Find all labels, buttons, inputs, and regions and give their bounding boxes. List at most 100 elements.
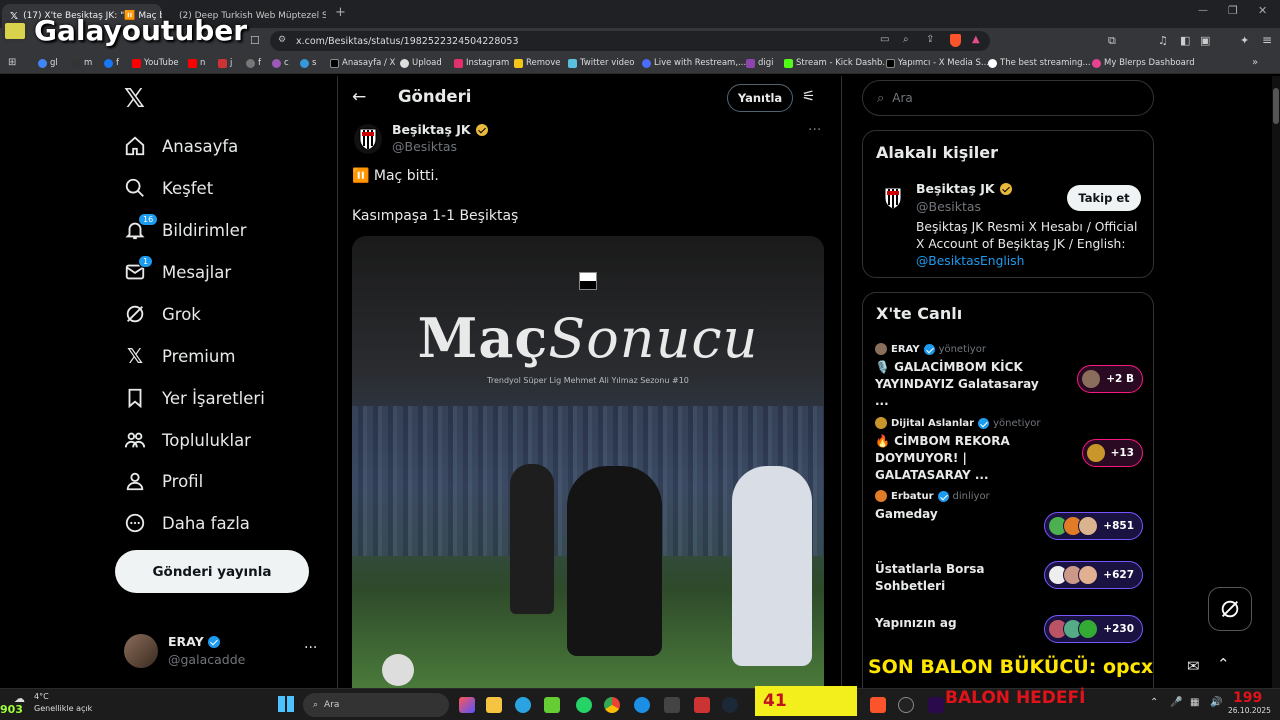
- bookmark-item[interactable]: Yapımcı - X Media S...: [886, 58, 989, 68]
- follow-button[interactable]: Takip et: [1067, 185, 1141, 211]
- apps-grid-icon[interactable]: ⊞: [8, 57, 16, 68]
- bookmark-item[interactable]: c: [272, 58, 289, 68]
- nav-item-more[interactable]: Daha fazla: [124, 508, 250, 538]
- page-scrollbar[interactable]: [1272, 76, 1280, 688]
- app-icon[interactable]: [898, 697, 914, 713]
- live-space-row[interactable]: Üstatlarla Borsa Sohbetleri +627: [875, 561, 1145, 605]
- reply-button[interactable]: Yanıtla: [727, 84, 793, 112]
- cast-icon[interactable]: ▭: [880, 34, 889, 45]
- new-tab-button[interactable]: +: [335, 5, 346, 20]
- post-button[interactable]: Gönderi yayınla: [115, 550, 309, 593]
- bookmark-item[interactable]: Remove: [514, 58, 561, 68]
- chrome-icon[interactable]: [604, 697, 620, 713]
- listener-count-pill[interactable]: +851: [1044, 512, 1143, 540]
- live-space-row[interactable]: Erbatur dinliyor Gameday +851: [875, 490, 1145, 540]
- grok-floating-button[interactable]: [1208, 587, 1252, 631]
- clock-date[interactable]: 26.10.2025: [1228, 706, 1271, 715]
- nav-item-communities[interactable]: Topluluklar: [124, 425, 251, 455]
- sidebar-icon[interactable]: ◧: [1180, 34, 1190, 47]
- nav-item-premium[interactable]: 𝕏 Premium: [124, 341, 235, 371]
- volume-icon[interactable]: 🔊: [1210, 697, 1222, 708]
- live-space-row[interactable]: Yapınızın ag +230: [875, 615, 1145, 651]
- related-bio-link[interactable]: @BesiktasEnglish: [916, 254, 1024, 268]
- site-info-icon[interactable]: ⚙: [278, 35, 286, 45]
- related-avatar[interactable]: [879, 183, 907, 213]
- bookmark-item[interactable]: m: [72, 58, 92, 68]
- bookmark-item[interactable]: n: [188, 58, 205, 68]
- taskbar-search[interactable]: ⌕ Ara: [303, 693, 449, 717]
- bookmark-item[interactable]: gl: [38, 58, 58, 68]
- app-icon[interactable]: [694, 697, 710, 713]
- post-media-image[interactable]: MaçSonucu Trendyol Süper Lig Mehmet Ali …: [352, 236, 824, 688]
- listener-count-pill[interactable]: +2 B: [1077, 365, 1143, 393]
- nav-item-grok[interactable]: Grok: [124, 299, 201, 329]
- premiere-icon[interactable]: [928, 697, 944, 713]
- nav-item-messages[interactable]: 1 Mesajlar: [124, 255, 231, 287]
- edge-icon[interactable]: [634, 697, 650, 713]
- nav-item-notifications[interactable]: 16 Bildirimler: [124, 213, 247, 245]
- telegram-icon[interactable]: [515, 697, 531, 713]
- post-more-icon[interactable]: ···: [808, 122, 821, 138]
- scrollbar-thumb[interactable]: [1273, 88, 1279, 124]
- app-icon[interactable]: [544, 697, 560, 713]
- related-handle[interactable]: @Besiktas: [916, 199, 981, 214]
- author-name[interactable]: Beşiktaş JK: [392, 122, 471, 137]
- bookmark-item[interactable]: My Blerps Dashboard: [1092, 58, 1195, 68]
- account-switcher[interactable]: ERAY @galacadde ···: [124, 632, 324, 672]
- menu-icon[interactable]: ≡: [1262, 33, 1272, 47]
- compose-message-icon[interactable]: ✉: [1187, 657, 1200, 675]
- bookmark-item[interactable]: Stream - Kick Dashb...: [784, 58, 891, 68]
- bookmark-item[interactable]: j: [218, 58, 232, 68]
- windows-start-icon[interactable]: [278, 696, 294, 712]
- expand-icon[interactable]: ⌃: [1217, 655, 1230, 673]
- zoom-icon[interactable]: ⌕: [903, 34, 909, 45]
- bookmark-item[interactable]: The best streaming...: [988, 58, 1091, 68]
- nav-item-bookmarks[interactable]: Yer İşaretleri: [124, 383, 265, 413]
- brave-icon[interactable]: [870, 697, 886, 713]
- bookmark-item[interactable]: YouTube: [132, 58, 179, 68]
- steam-icon[interactable]: [722, 697, 738, 713]
- minimize-icon[interactable]: —: [1198, 5, 1208, 16]
- x-logo-icon[interactable]: 𝕏: [124, 84, 145, 114]
- listener-count-pill[interactable]: +13: [1081, 439, 1143, 467]
- account-more-icon[interactable]: ···: [304, 640, 317, 656]
- network-icon[interactable]: ▦: [1190, 697, 1199, 708]
- search-box[interactable]: ⌕ Ara: [862, 80, 1154, 116]
- bookmark-item[interactable]: Live with Restream,...: [642, 58, 746, 68]
- bookmark-item[interactable]: Anasayfa / X: [330, 58, 395, 68]
- filter-sliders-icon[interactable]: ⚟: [802, 87, 815, 105]
- bookmark-item[interactable]: Instagram: [454, 58, 509, 68]
- more-bookmarks-icon[interactable]: »: [1252, 57, 1258, 68]
- share-icon[interactable]: ⇪: [926, 34, 934, 45]
- whatsapp-icon[interactable]: [576, 697, 592, 713]
- app-icon[interactable]: [664, 697, 680, 713]
- back-arrow-icon[interactable]: ←: [352, 87, 366, 107]
- media-icon[interactable]: ♫: [1158, 34, 1168, 47]
- nav-item-home[interactable]: Anasayfa: [124, 131, 238, 161]
- maximize-icon[interactable]: ❐: [1228, 4, 1238, 17]
- brave-shield-icon[interactable]: [950, 34, 961, 47]
- live-space-row[interactable]: ERAY yönetiyor 🎙️ GALACİMBOM KİCK YAYINDA…: [875, 343, 1145, 408]
- url-field[interactable]: ⚙ x.com/Besiktas/status/1982522324504228…: [270, 31, 990, 51]
- nav-item-explore[interactable]: Keşfet: [124, 173, 213, 203]
- tray-chevron-icon[interactable]: ⌃: [1150, 697, 1158, 708]
- bookmark-item[interactable]: f: [246, 58, 261, 68]
- bookmark-item[interactable]: Twitter video: [568, 58, 634, 68]
- copilot-icon[interactable]: [459, 697, 475, 713]
- bookmark-item[interactable]: Upload: [400, 58, 442, 68]
- author-handle[interactable]: @Besiktas: [392, 139, 457, 154]
- live-space-row[interactable]: Dijital Aslanlar yönetiyor 🔥 CİMBOM REKOR…: [875, 417, 1145, 482]
- extensions-icon[interactable]: ⧉: [1108, 34, 1116, 48]
- author-avatar[interactable]: [354, 124, 382, 154]
- brave-rewards-icon[interactable]: ▲: [972, 34, 980, 45]
- bookmark-item[interactable]: digi: [746, 58, 774, 68]
- window-close-icon[interactable]: ✕: [1258, 4, 1267, 17]
- listener-count-pill[interactable]: +230: [1044, 615, 1143, 643]
- file-explorer-icon[interactable]: [486, 697, 502, 713]
- nav-item-profile[interactable]: Profil: [124, 466, 203, 496]
- bookmark-item[interactable]: f: [104, 58, 119, 68]
- listener-count-pill[interactable]: +627: [1044, 561, 1143, 589]
- bookmark-star-icon[interactable]: ☐: [250, 34, 260, 47]
- wallet-icon[interactable]: ▣: [1200, 34, 1210, 47]
- related-name[interactable]: Beşiktaş JK: [916, 181, 995, 196]
